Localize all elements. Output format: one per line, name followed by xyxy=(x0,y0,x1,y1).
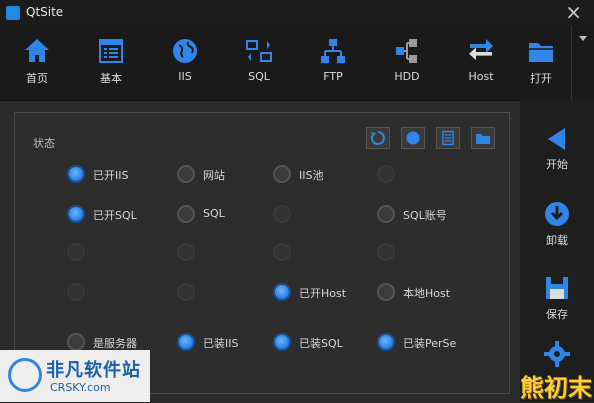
watermark-en: CRSKY.com xyxy=(50,381,111,394)
action-sidebar: 开始 卸载 保存 xyxy=(520,100,594,402)
app-title: QtSite xyxy=(26,5,64,19)
radio-indicator xyxy=(67,333,85,351)
toolbar-home-button[interactable]: 首页 xyxy=(0,36,74,92)
radio-indicator xyxy=(273,283,291,301)
toolbar-open-label: 打开 xyxy=(530,72,552,85)
toolbar-ftp-label: FTP xyxy=(323,70,343,83)
radio-label: 已开SQL xyxy=(93,209,137,222)
toolbar-iis-label: IIS xyxy=(178,70,192,83)
radio-indicator xyxy=(273,333,291,351)
radio-indicator xyxy=(177,333,195,351)
refresh-icon xyxy=(370,131,385,145)
close-button[interactable]: × xyxy=(565,1,582,23)
watermark-logo xyxy=(8,358,42,392)
radio-label: 已开IIS xyxy=(93,169,129,182)
toolbar-basic-label: 基本 xyxy=(100,72,122,85)
radio-label: 已开Host xyxy=(299,287,347,300)
radio-indicator xyxy=(177,205,195,223)
radio-indicator xyxy=(377,333,395,351)
toolbar-hdd-button[interactable]: HDD xyxy=(370,36,444,92)
radio-indicator xyxy=(377,205,395,223)
main-toolbar: 首页 基本 IIS SQL FTP HDD Host 打开 xyxy=(0,26,594,101)
start-button[interactable]: 开始 xyxy=(520,126,594,172)
exchange-icon xyxy=(469,39,493,61)
radio-indicator xyxy=(67,205,85,223)
radio-indicator xyxy=(177,165,195,183)
uninstall-label: 卸载 xyxy=(546,234,568,247)
toolbar-ftp-button[interactable]: FTP xyxy=(296,36,370,92)
panel-toolbar xyxy=(360,127,495,153)
refresh-button[interactable] xyxy=(365,127,390,149)
radio-label: 已装PerSe xyxy=(403,337,457,350)
folder-button[interactable] xyxy=(471,127,495,149)
toolbar-overflow-button[interactable] xyxy=(571,26,594,100)
toolbar-iis-button[interactable]: IIS xyxy=(148,36,222,92)
toolbar-home-label: 首页 xyxy=(26,72,48,85)
save-button[interactable]: 保存 xyxy=(520,274,594,322)
play-left-icon xyxy=(548,128,565,150)
network-icon xyxy=(321,39,345,63)
status-label: 状态 xyxy=(33,137,55,150)
app-icon xyxy=(6,6,20,20)
radio-label: 已装SQL xyxy=(299,337,343,350)
watermark: 非凡软件站 CRSKY.com xyxy=(0,350,150,402)
title-bar: QtSite × xyxy=(0,0,594,26)
gear-icon xyxy=(544,341,570,367)
radio-label: 是服务器 xyxy=(93,337,137,350)
download-circle-icon xyxy=(545,202,569,226)
swap-arrows-icon xyxy=(246,40,272,62)
toolbar-open-button[interactable]: 打开 xyxy=(504,36,578,92)
save-label: 保存 xyxy=(546,308,568,321)
toolbar-sql-label: SQL xyxy=(248,70,270,83)
folder-icon xyxy=(529,43,553,62)
document-icon xyxy=(442,130,454,146)
radio-label: 本地Host xyxy=(403,287,451,300)
chevron-down-icon xyxy=(579,36,587,41)
save-disk-icon xyxy=(546,277,568,299)
globe-button[interactable] xyxy=(400,127,425,149)
toolbar-hdd-label: HDD xyxy=(394,70,420,83)
radio-label: IIS池 xyxy=(299,169,324,182)
home-icon xyxy=(25,39,49,62)
list-window-icon xyxy=(99,39,123,63)
folder-icon xyxy=(476,134,490,144)
radio-indicator xyxy=(67,165,85,183)
radio-label: SQL xyxy=(203,207,225,220)
uninstall-button[interactable]: 卸载 xyxy=(520,200,594,248)
radio-indicator xyxy=(377,283,395,301)
corner-watermark: 熊初末 xyxy=(520,374,592,402)
drive-blocks-icon xyxy=(396,39,417,63)
toolbar-basic-button[interactable]: 基本 xyxy=(74,36,148,92)
toolbar-sql-button[interactable]: SQL xyxy=(222,36,296,92)
globe-icon xyxy=(406,131,420,145)
document-button[interactable] xyxy=(435,127,460,149)
watermark-cn: 非凡软件站 xyxy=(46,360,141,381)
radio-label: 网站 xyxy=(203,169,225,182)
radio-label: SQL账号 xyxy=(403,209,447,222)
radio-label: 已装IIS xyxy=(203,337,239,350)
settings-button[interactable] xyxy=(520,340,594,368)
globe-icon xyxy=(173,39,197,63)
radio-indicator xyxy=(273,165,291,183)
start-label: 开始 xyxy=(546,158,568,171)
